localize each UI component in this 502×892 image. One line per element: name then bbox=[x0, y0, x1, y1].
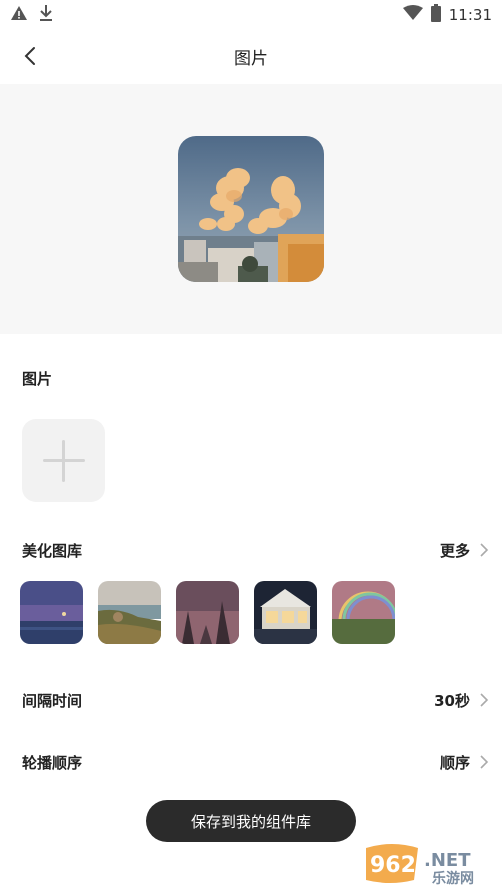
status-bar: 11:31 bbox=[0, 0, 502, 28]
gallery-thumbnail-rainbow-field[interactable] bbox=[332, 581, 395, 644]
svg-text:乐游网: 乐游网 bbox=[432, 870, 474, 886]
page-title: 图片 bbox=[234, 49, 268, 69]
gallery-thumbnail-lit-house[interactable] bbox=[254, 581, 317, 644]
interval-value[interactable]: 30秒 bbox=[434, 690, 470, 711]
gallery-thumbnail-sea-moon[interactable] bbox=[20, 581, 83, 644]
play-order-value[interactable]: 顺序 bbox=[440, 752, 470, 773]
gallery-thumbnail-coast-cliff[interactable] bbox=[98, 581, 161, 644]
save-to-library-button[interactable]: 保存到我的组件库 bbox=[146, 800, 356, 842]
download-icon bbox=[38, 4, 54, 26]
watermark-logo: 962 .NET 乐游网 bbox=[362, 842, 496, 887]
svg-text:.NET: .NET bbox=[424, 850, 471, 871]
app-bar: 图片 bbox=[0, 28, 502, 84]
status-time: 11:31 bbox=[448, 6, 492, 24]
play-order-label: 轮播顺序 bbox=[22, 754, 83, 772]
warning-icon bbox=[10, 4, 28, 26]
gallery-more-link[interactable]: 更多 bbox=[440, 540, 470, 561]
battery-icon bbox=[430, 4, 441, 26]
gallery-label: 美化图库 bbox=[22, 542, 83, 560]
gallery-thumbnail-pink-dusk[interactable] bbox=[176, 581, 239, 644]
widget-preview-area bbox=[0, 84, 502, 334]
widget-preview-image[interactable] bbox=[178, 136, 324, 282]
chevron-right-icon bbox=[480, 755, 489, 769]
image-section-label: 图片 bbox=[22, 370, 53, 388]
interval-label: 间隔时间 bbox=[22, 692, 83, 710]
chevron-right-icon bbox=[480, 693, 489, 707]
add-image-button[interactable] bbox=[22, 419, 105, 502]
wifi-icon bbox=[402, 5, 423, 25]
chevron-right-icon bbox=[480, 543, 489, 557]
svg-text:962: 962 bbox=[370, 853, 416, 878]
